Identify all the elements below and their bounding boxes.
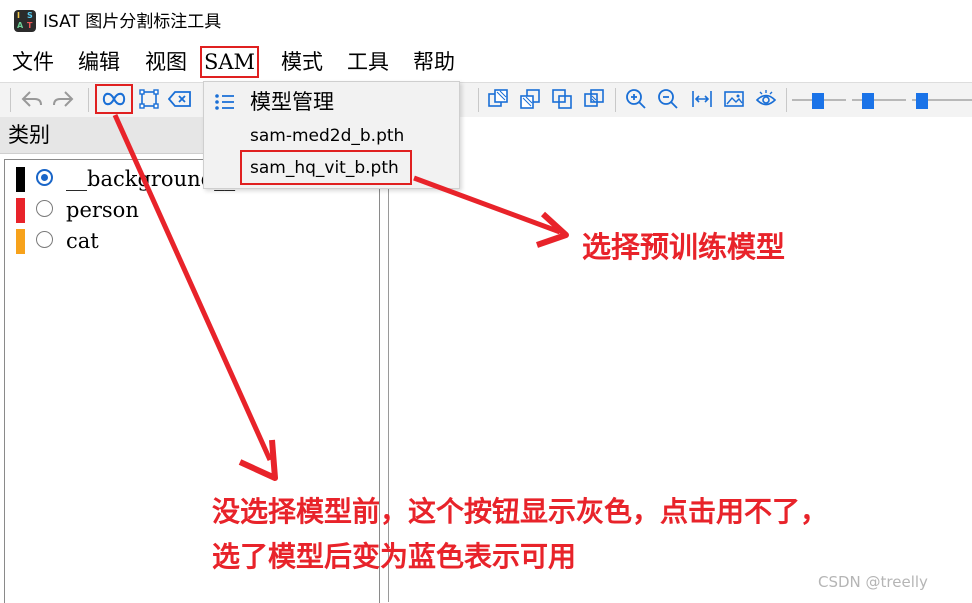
annotation-select-model: 选择预训练模型 bbox=[582, 230, 786, 264]
annotation-button-note-line2: 选了模型后变为蓝色表示可用 bbox=[212, 540, 577, 573]
annotation-button-note-line1: 没选择模型前，这个按钮显示灰色，点击用不了， bbox=[212, 495, 829, 528]
watermark: CSDN @treelly bbox=[818, 573, 928, 591]
arrow-to-model-note bbox=[413, 175, 569, 248]
arrow-to-sam-button-note bbox=[112, 113, 278, 481]
